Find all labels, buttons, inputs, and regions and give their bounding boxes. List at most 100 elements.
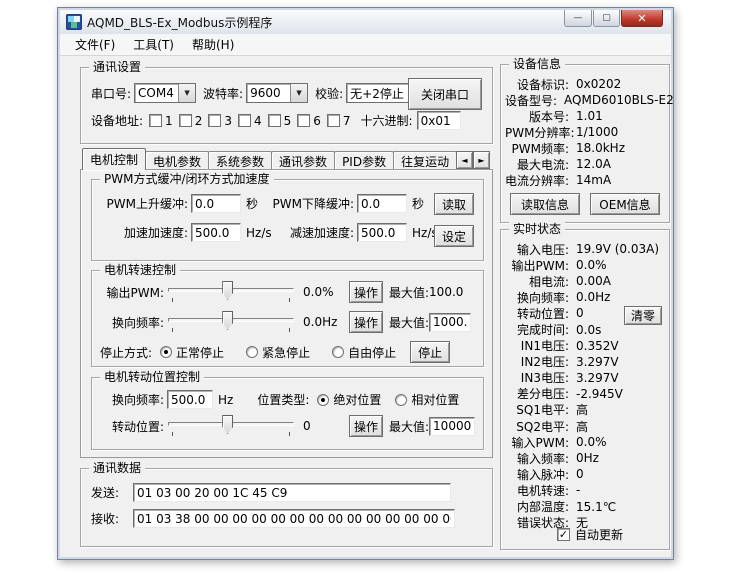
radio-emergency-stop[interactable] [246, 346, 258, 358]
addr-label-7: 7 [343, 114, 351, 128]
receive-data-field[interactable] [133, 509, 455, 528]
comm-settings-group: 通讯设置 串口号: COM4 ▼ 波特率: 9600 ▼ 校验: 无+2停止 ▼ [80, 67, 493, 144]
menu-help[interactable]: 帮助(H) [183, 34, 243, 55]
auto-update-checkbox[interactable]: ✓ [557, 528, 570, 541]
addr-checkbox-2[interactable] [179, 114, 192, 127]
slider-thumb[interactable] [222, 281, 233, 300]
commutation-freq-value: 0.0Hz [303, 315, 349, 329]
chevron-down-icon[interactable]: ▼ [290, 84, 307, 102]
oem-info-button[interactable]: OEM信息 [590, 193, 660, 215]
titlebar[interactable]: AQMD_BLS-Ex_Modbus示例程序 — ▢ ✕ [60, 10, 671, 34]
pos-type-label: 位置类型: [257, 391, 309, 408]
close-port-button[interactable]: 关闭串口 [408, 78, 482, 110]
commutation-freq-operate-button[interactable]: 操作 [349, 311, 383, 333]
addr-checkbox-4[interactable] [238, 114, 251, 127]
status-row: IN1电压:0.352V [505, 338, 665, 354]
minimize-button[interactable]: — [564, 10, 592, 27]
output-pwm-operate-button[interactable]: 操作 [349, 281, 383, 303]
pos-group-title: 电机转动位置控制 [100, 370, 204, 384]
status-row: 差分电压:-2.945V [505, 386, 665, 402]
radio-free-stop[interactable] [332, 346, 344, 358]
addr-label-1: 1 [165, 114, 173, 128]
status-row: 输出PWM:0.0% [505, 257, 665, 273]
accel-input[interactable] [191, 223, 241, 242]
accel-group-title: PWM方式缓冲/闭环方式加速度 [100, 172, 274, 186]
rotate-position-operate-button[interactable]: 操作 [349, 415, 383, 437]
rotate-position-slider[interactable] [168, 414, 294, 438]
tab-motor-control[interactable]: 电机控制 [82, 148, 146, 170]
chevron-down-icon[interactable]: ▼ [178, 84, 195, 102]
pwm-rise-label: PWM上升缓冲: [100, 195, 188, 212]
commutation-freq-slider[interactable] [168, 310, 294, 334]
addr-checkbox-6[interactable] [297, 114, 310, 127]
addr-label-2: 2 [195, 114, 203, 128]
status-row: 输入PWM:0.0% [505, 434, 665, 450]
status-row: 相电流:0.00A [505, 273, 665, 289]
device-info-row: PWM分辨率:1/1000 [505, 124, 665, 140]
output-pwm-slider[interactable] [168, 280, 294, 304]
freq-max-input[interactable] [429, 313, 471, 332]
tab-motor-params[interactable]: 电机参数 [145, 151, 209, 170]
client-area: 通讯设置 串口号: COM4 ▼ 波特率: 9600 ▼ 校验: 无+2停止 ▼ [60, 56, 671, 557]
addr-checkbox-3[interactable] [208, 114, 221, 127]
baud-combo[interactable]: 9600 ▼ [246, 83, 308, 103]
tab-pid-params[interactable]: PID参数 [334, 151, 394, 170]
read-button[interactable]: 读取 [434, 193, 474, 215]
tab-reciprocate[interactable]: 往复运动 [393, 151, 457, 170]
status-row: SQ1电平:高 [505, 402, 665, 418]
hex-input[interactable] [417, 111, 461, 130]
set-button[interactable]: 设定 [434, 225, 474, 247]
menu-tools[interactable]: 工具(T) [124, 34, 183, 55]
freq-max-label: 最大值: [389, 314, 429, 331]
clear-position-button[interactable]: 清零 [624, 306, 662, 325]
device-address-label: 设备地址: [91, 112, 143, 129]
send-data-field[interactable] [133, 483, 451, 502]
slider-thumb[interactable] [222, 415, 233, 434]
check-icon: ✓ [559, 529, 568, 540]
addr-checkbox-7[interactable] [327, 114, 340, 127]
device-info-row: 版本号:1.01 [505, 108, 665, 124]
decel-input[interactable] [357, 223, 407, 242]
app-window: AQMD_BLS-Ex_Modbus示例程序 — ▢ ✕ 文件(F) 工具(T)… [57, 7, 674, 560]
stop-button[interactable]: 停止 [410, 341, 450, 363]
arrow-right-icon: ► [478, 156, 484, 165]
tab-scroll-left-button[interactable]: ◄ [456, 151, 473, 169]
output-pwm-value: 0.0% [303, 285, 349, 299]
menu-file[interactable]: 文件(F) [66, 34, 124, 55]
status-row: 内部温度:15.1℃ [505, 499, 665, 515]
port-combo[interactable]: COM4 ▼ [134, 83, 196, 103]
read-info-button[interactable]: 读取信息 [510, 193, 580, 215]
tab-system-params[interactable]: 系统参数 [208, 151, 272, 170]
addr-checkbox-5[interactable] [268, 114, 281, 127]
addr-label-3: 3 [224, 114, 232, 128]
addr-label-4: 4 [254, 114, 262, 128]
slider-thumb[interactable] [222, 311, 233, 330]
tab-scroll-right-button[interactable]: ► [473, 151, 490, 169]
device-info-row: 设备标识:0x0202 [505, 76, 665, 92]
radio-absolute-position[interactable] [317, 394, 329, 406]
status-row: 输入电压:19.9V (0.03A) [505, 241, 665, 257]
tab-comm-params[interactable]: 通讯参数 [271, 151, 335, 170]
port-value: COM4 [135, 86, 178, 100]
position-control-group: 电机转动位置控制 换向频率: Hz 位置类型: 绝对位置 相对位置 转动位置: [91, 377, 484, 450]
radio-normal-stop[interactable] [160, 346, 172, 358]
comm-data-title: 通讯数据 [89, 461, 145, 475]
pos-freq-input[interactable] [167, 390, 213, 409]
maximize-button[interactable]: ▢ [593, 10, 620, 27]
pos-max-input[interactable] [429, 417, 475, 436]
tab-scroll: ◄ ► [456, 151, 490, 169]
rotate-position-value: 0 [303, 419, 349, 433]
pwm-rise-input[interactable] [191, 194, 241, 213]
close-button[interactable]: ✕ [621, 10, 663, 27]
arrow-left-icon: ◄ [461, 156, 467, 165]
addr-checkbox-1[interactable] [149, 114, 162, 127]
window-controls: — ▢ ✕ [563, 10, 663, 27]
tabstrip: 电机控制 电机参数 系统参数 通讯参数 PID参数 往复运动 安 [82, 148, 477, 170]
minimize-icon: — [574, 13, 583, 23]
emergency-stop-label: 紧急停止 [262, 344, 310, 361]
pwm-fall-input[interactable] [357, 194, 407, 213]
pos-freq-unit: Hz [218, 393, 233, 407]
radio-relative-position[interactable] [395, 394, 407, 406]
addr-label-5: 5 [284, 114, 292, 128]
free-stop-label: 自由停止 [348, 344, 396, 361]
